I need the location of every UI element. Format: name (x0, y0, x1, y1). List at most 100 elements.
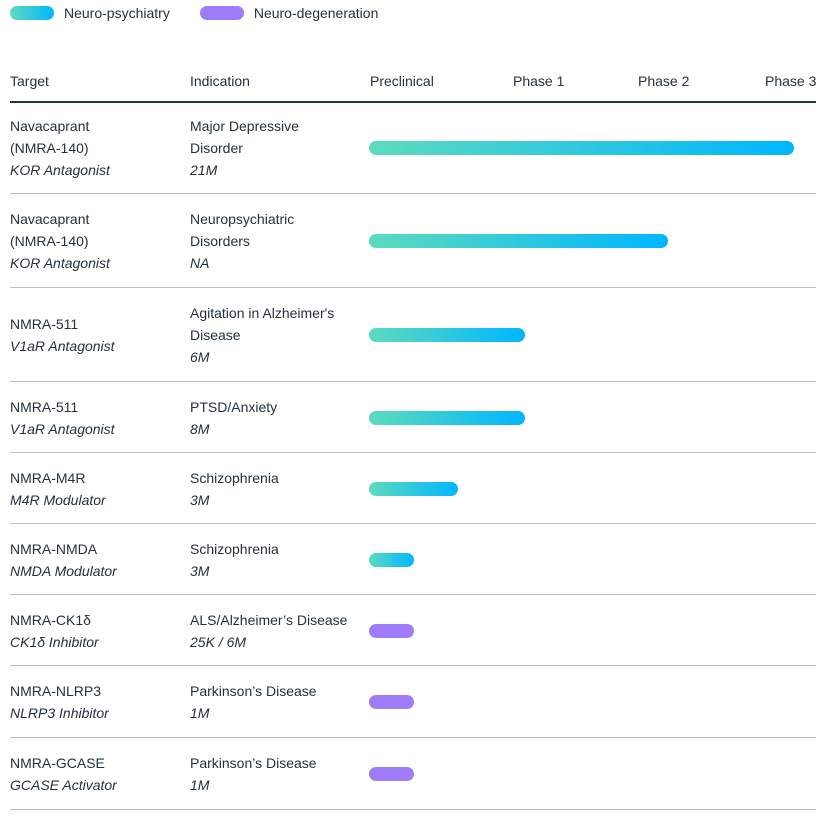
phase-track (369, 553, 816, 567)
pipeline-row: NMRA-NMDA NMDA Modulator Schizophrenia 3M (10, 524, 816, 595)
phase-track (369, 234, 816, 248)
target-code: (NMRA-140) (10, 233, 89, 249)
patient-population: 3M (190, 492, 210, 508)
target-cell: NMRA-NLRP3 NLRP3 Inhibitor (10, 680, 109, 724)
target-mechanism: CK1δ Inhibitor (10, 634, 99, 650)
target-cell: NMRA-M4R M4R Modulator (10, 467, 106, 511)
indication-name-line2: Disorder (190, 140, 243, 156)
progress-bar (369, 141, 794, 155)
pipeline-row: NMRA-GCASE GCASE Activator Parkinson’s Dis… (10, 738, 816, 810)
legend-item-neuro-psychiatry: Neuro-psychiatry (10, 5, 170, 21)
patient-population: 25K / 6M (190, 634, 247, 650)
indication-cell: ALS/Alzheimer’s Disease 25K / 6M (190, 609, 347, 653)
indication-name: Schizophrenia (190, 470, 279, 486)
patient-population: NA (190, 255, 210, 271)
header-phase-2: Phase 2 (638, 73, 690, 89)
target-name: NMRA-NLRP3 (10, 683, 102, 699)
header-target: Target (10, 73, 49, 89)
phase-track (369, 624, 816, 638)
target-cell: NMRA-511 V1aR Antagonist (10, 313, 115, 357)
indication-cell: Schizophrenia 3M (190, 467, 279, 511)
target-name: NMRA-NMDA (10, 541, 98, 557)
legend: Neuro-psychiatry Neuro-degeneration (10, 4, 408, 22)
phase-track (369, 482, 816, 496)
indication-cell: Parkinson’s Disease 1M (190, 752, 317, 796)
target-mechanism: V1aR Antagonist (10, 421, 115, 437)
target-name: NMRA-CK1δ (10, 612, 91, 628)
indication-name: Parkinson’s Disease (190, 683, 317, 699)
target-name: NMRA-511 (10, 316, 79, 332)
target-cell: NMRA-NMDA NMDA Modulator (10, 538, 117, 582)
indication-name-line2: Disease (190, 327, 241, 343)
patient-population: 21M (190, 162, 218, 178)
target-cell: NMRA-CK1δ CK1δ Inhibitor (10, 609, 99, 653)
progress-bar (369, 234, 668, 248)
indication-name: PTSD/Anxiety (190, 399, 278, 415)
target-mechanism: NLRP3 Inhibitor (10, 705, 109, 721)
phase-track (369, 411, 816, 425)
target-name: NMRA-GCASE (10, 755, 105, 771)
progress-bar (369, 624, 414, 638)
phase-track (369, 328, 816, 342)
indication-cell: Parkinson’s Disease 1M (190, 680, 317, 724)
legend-swatch-neuro-degeneration (199, 6, 244, 20)
pipeline-row: Navacaprant (NMRA-140) KOR Antagonist Major… (10, 101, 816, 194)
phase-track (369, 767, 816, 781)
target-name: NMRA-M4R (10, 470, 86, 486)
indication-cell: Neuropsychiatric Disorders NA (190, 208, 294, 274)
header-phase-3: Phase 3 (765, 73, 817, 89)
target-mechanism: V1aR Antagonist (10, 338, 115, 354)
table-header: Target Indication Preclinical Phase 1 Ph… (10, 70, 816, 103)
header-phase-1: Phase 1 (513, 73, 565, 89)
header-indication: Indication (190, 73, 250, 89)
phase-track (369, 141, 816, 155)
progress-bar (369, 767, 414, 781)
target-name: Navacaprant (10, 211, 90, 227)
target-name: NMRA-511 (10, 399, 79, 415)
pipeline-row: Navacaprant (NMRA-140) KOR Antagonist Neuro… (10, 194, 816, 288)
progress-bar (369, 411, 525, 425)
target-mechanism: M4R Modulator (10, 492, 106, 508)
progress-bar (369, 482, 458, 496)
target-mechanism: KOR Antagonist (10, 162, 110, 178)
progress-bar (369, 328, 525, 342)
pipeline-row: NMRA-M4R M4R Modulator Schizophrenia 3M (10, 453, 816, 524)
patient-population: 8M (190, 421, 210, 437)
target-mechanism: NMDA Modulator (10, 563, 117, 579)
pipeline-row: NMRA-NLRP3 NLRP3 Inhibitor Parkinson’s Dis… (10, 666, 816, 738)
legend-swatch-neuro-psychiatry (10, 6, 54, 20)
legend-label: Neuro-degeneration (253, 5, 379, 21)
target-cell: Navacaprant (NMRA-140) KOR Antagonist (10, 115, 110, 181)
indication-cell: Major Depressive Disorder 21M (190, 115, 299, 181)
header-phase-preclinical: Preclinical (370, 73, 434, 89)
target-mechanism: KOR Antagonist (10, 255, 110, 271)
phase-track (369, 695, 816, 709)
indication-name: ALS/Alzheimer’s Disease (190, 612, 348, 628)
patient-population: 6M (190, 349, 210, 365)
legend-item-neuro-degeneration: Neuro-degeneration (199, 5, 379, 21)
pipeline-row: NMRA-511 V1aR Antagonist PTSD/Anxiety 8M (10, 382, 816, 453)
target-cell: NMRA-GCASE GCASE Activator (10, 752, 117, 796)
target-code: (NMRA-140) (10, 140, 89, 156)
target-cell: Navacaprant (NMRA-140) KOR Antagonist (10, 208, 110, 274)
pipeline-row: NMRA-CK1δ CK1δ Inhibitor ALS/Alzheimer’s D… (10, 595, 816, 666)
progress-bar (369, 553, 414, 567)
indication-cell: Schizophrenia 3M (190, 538, 279, 582)
indication-cell: Agitation in Alzheimer's Disease 6M (190, 302, 334, 368)
target-cell: NMRA-511 V1aR Antagonist (10, 396, 115, 440)
target-mechanism: GCASE Activator (10, 777, 117, 793)
indication-name: Agitation in Alzheimer's (190, 305, 335, 321)
legend-label: Neuro-psychiatry (64, 5, 170, 21)
progress-bar (369, 695, 414, 709)
patient-population: 3M (190, 563, 210, 579)
patient-population: 1M (190, 777, 210, 793)
indication-name: Schizophrenia (190, 541, 279, 557)
pipeline-rows: Navacaprant (NMRA-140) KOR Antagonist Major… (10, 101, 816, 810)
indication-cell: PTSD/Anxiety 8M (190, 396, 277, 440)
pipeline-row: NMRA-511 V1aR Antagonist Agitation in Alzh… (10, 288, 816, 382)
indication-name-line2: Disorders (190, 233, 250, 249)
patient-population: 1M (190, 705, 210, 721)
indication-name: Neuropsychiatric (190, 211, 295, 227)
target-name: Navacaprant (10, 118, 90, 134)
indication-name: Parkinson’s Disease (190, 755, 317, 771)
